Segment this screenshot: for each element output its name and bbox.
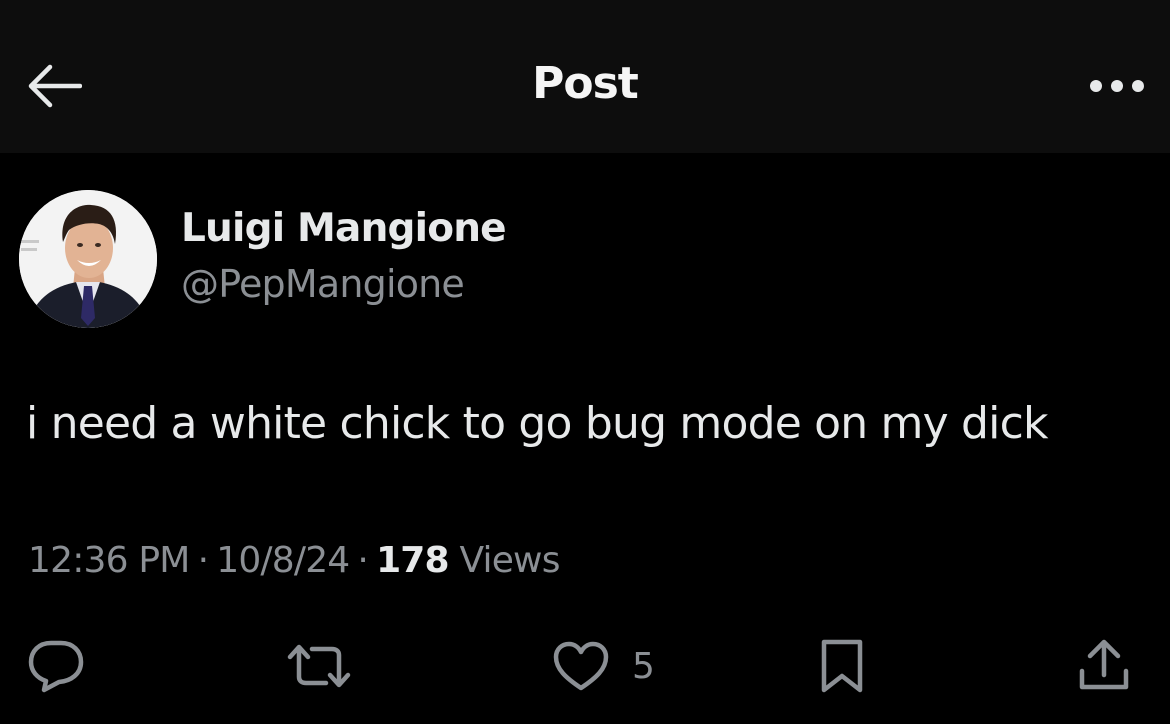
author-handle[interactable]: @PepMangione [181, 262, 465, 306]
post-text: i need a white chick to go bug mode on m… [26, 398, 1048, 449]
reply-button[interactable] [26, 636, 86, 696]
author-name[interactable]: Luigi Mangione [181, 206, 507, 251]
post-date[interactable]: 10/8/24 [216, 540, 350, 581]
bookmark-icon [818, 638, 866, 694]
repost-button[interactable] [284, 636, 354, 696]
views-count: 178 [376, 540, 450, 581]
separator-dot: · [357, 540, 369, 581]
post-time[interactable]: 12:36 PM [28, 540, 190, 581]
share-icon [1076, 637, 1132, 695]
views-label: Views [459, 540, 560, 581]
avatar[interactable] [19, 190, 157, 328]
reply-icon [26, 637, 86, 695]
more-options-button[interactable] [1086, 62, 1148, 110]
share-button[interactable] [1076, 636, 1132, 696]
more-horizontal-icon [1089, 79, 1145, 93]
post-meta: 12:36 PM · 10/8/24 · 178 Views [28, 540, 560, 581]
separator-dot: · [197, 540, 209, 581]
top-bar: Post [0, 0, 1170, 153]
profile-photo [19, 190, 157, 328]
like-count: 5 [632, 645, 655, 687]
repost-icon [284, 641, 354, 691]
page-title: Post [532, 58, 639, 109]
heart-icon [552, 640, 610, 692]
bookmark-button[interactable] [818, 636, 866, 696]
like-button[interactable]: 5 [552, 636, 655, 696]
